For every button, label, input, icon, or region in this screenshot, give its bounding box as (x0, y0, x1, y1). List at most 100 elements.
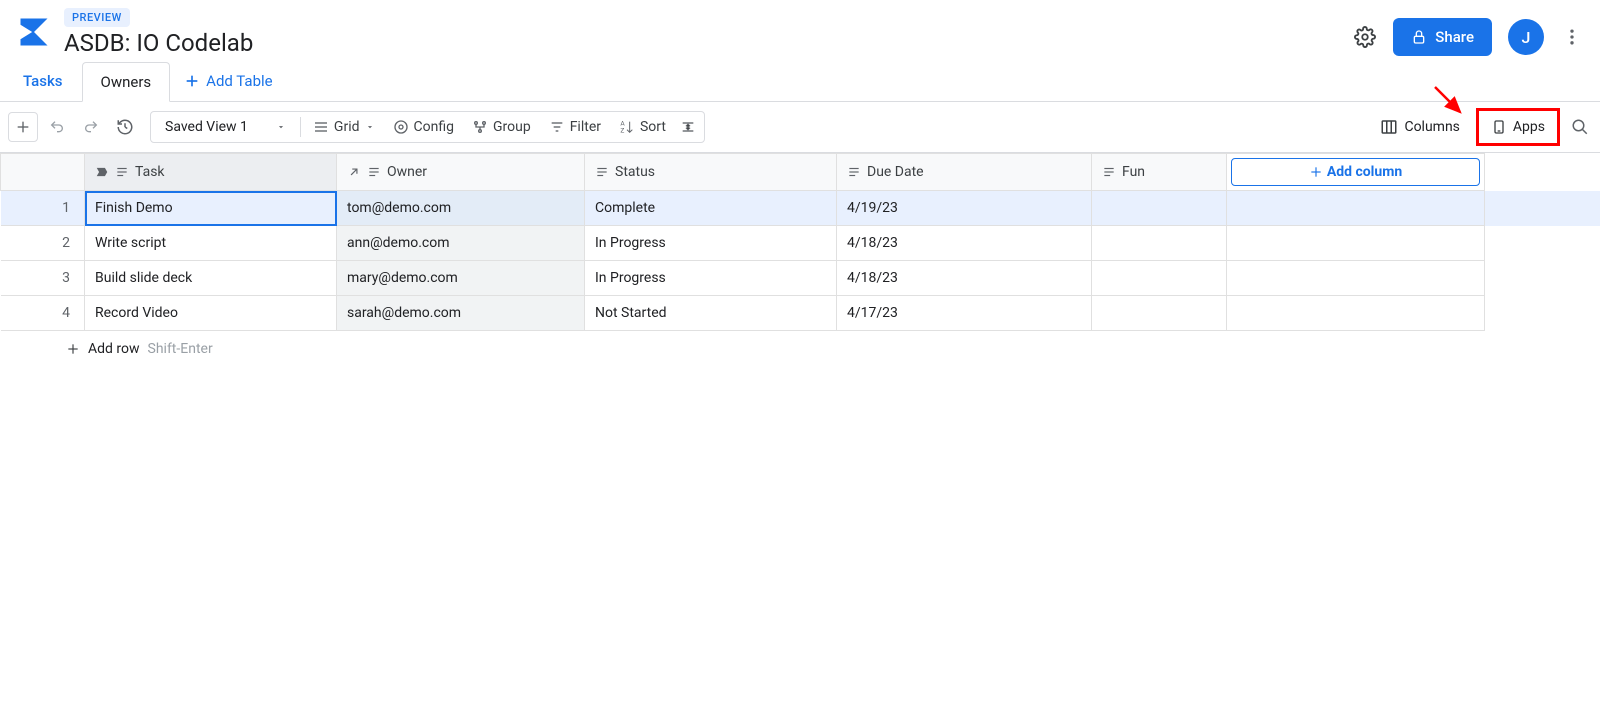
filter-button[interactable]: Filter (541, 113, 609, 141)
text-icon (115, 165, 129, 179)
text-icon (1102, 165, 1116, 179)
grid-view-button[interactable]: Grid (305, 113, 383, 141)
share-button[interactable]: Share (1393, 18, 1492, 56)
header-right: Share J (1353, 18, 1584, 56)
search-button[interactable] (1568, 115, 1592, 139)
cell-owner[interactable]: mary@demo.com (337, 261, 585, 296)
ref-icon (347, 165, 361, 179)
row-height-button[interactable] (676, 113, 700, 141)
avatar[interactable]: J (1508, 19, 1544, 55)
history-button[interactable] (110, 112, 140, 142)
data-table: Task Owner Status Due Date (0, 153, 1600, 331)
filter-icon (549, 119, 565, 135)
redo-icon (83, 119, 99, 135)
cell-task[interactable]: Write script (85, 226, 337, 261)
sort-button[interactable]: AZ Sort (611, 113, 674, 141)
cell-task[interactable]: Build slide deck (85, 261, 337, 296)
chevron-down-icon (365, 122, 375, 132)
config-button[interactable]: Config (385, 113, 462, 141)
cell-due-date[interactable]: 4/18/23 (837, 226, 1092, 261)
cell-owner[interactable]: tom@demo.com (337, 191, 585, 226)
column-header-owner[interactable]: Owner (337, 154, 585, 191)
add-column-header: Add column (1227, 154, 1485, 191)
cell-owner[interactable]: sarah@demo.com (337, 296, 585, 331)
cell-owner[interactable]: ann@demo.com (337, 226, 585, 261)
table-row[interactable]: 1Finish Demotom@demo.comComplete4/19/23 (1, 191, 1600, 226)
plus-icon (66, 342, 80, 356)
header-left: PREVIEW ASDB: IO Codelab (16, 8, 253, 57)
tablet-icon (1491, 119, 1507, 135)
header: PREVIEW ASDB: IO Codelab Share J (0, 0, 1600, 61)
row-number[interactable]: 1 (1, 191, 85, 226)
title-block: PREVIEW ASDB: IO Codelab (64, 8, 253, 57)
undo-button[interactable] (42, 112, 72, 142)
table-row[interactable]: 2Write scriptann@demo.comIn Progress4/18… (1, 226, 1600, 261)
cell-fun[interactable] (1092, 226, 1227, 261)
columns-button[interactable]: Columns (1372, 112, 1467, 142)
config-icon (393, 119, 409, 135)
cell-empty[interactable] (1227, 226, 1485, 261)
chevron-down-icon (276, 122, 286, 132)
lock-icon (1411, 29, 1427, 45)
columns-icon (1380, 118, 1398, 136)
text-icon (595, 165, 609, 179)
group-button[interactable]: Group (464, 113, 539, 141)
cell-fun[interactable] (1092, 296, 1227, 331)
row-number[interactable]: 4 (1, 296, 85, 331)
app-logo[interactable] (16, 14, 52, 50)
plus-icon (184, 73, 200, 89)
apps-button[interactable]: Apps (1476, 108, 1560, 146)
redo-button[interactable] (76, 112, 106, 142)
tab-owners[interactable]: Owners (82, 62, 171, 102)
search-icon (1571, 118, 1589, 136)
toolbar: Saved View 1 Grid Config Group Filter (0, 102, 1600, 153)
column-header-status[interactable]: Status (585, 154, 837, 191)
cell-fun[interactable] (1092, 191, 1227, 226)
cell-fun[interactable] (1092, 261, 1227, 296)
tab-tasks[interactable]: Tasks (4, 61, 82, 101)
cell-due-date[interactable]: 4/18/23 (837, 261, 1092, 296)
column-header-fun[interactable]: Fun (1092, 154, 1227, 191)
table-row[interactable]: 4Record Videosarah@demo.comNot Started4/… (1, 296, 1600, 331)
row-number[interactable]: 3 (1, 261, 85, 296)
cell-task[interactable]: Record Video (85, 296, 337, 331)
cell-due-date[interactable]: 4/17/23 (837, 296, 1092, 331)
cell-status[interactable]: In Progress (585, 226, 837, 261)
add-row-button[interactable]: Add row Shift-Enter (58, 331, 1600, 367)
tabs-row: Tasks Owners Add Table (0, 61, 1600, 102)
cell-empty[interactable] (1227, 296, 1485, 331)
cell-empty[interactable] (1227, 191, 1485, 226)
settings-icon[interactable] (1353, 25, 1377, 49)
undo-icon (49, 119, 65, 135)
more-menu-icon[interactable] (1560, 25, 1584, 49)
cell-status[interactable]: In Progress (585, 261, 837, 296)
column-header-due-date[interactable]: Due Date (837, 154, 1092, 191)
group-icon (472, 119, 488, 135)
cell-task[interactable]: Finish Demo (85, 191, 337, 226)
add-column-button[interactable]: Add column (1231, 158, 1480, 186)
column-header-task[interactable]: Task (85, 154, 337, 191)
cell-empty[interactable] (1227, 261, 1485, 296)
plus-icon (1309, 165, 1323, 179)
row-number[interactable]: 2 (1, 226, 85, 261)
row-height-icon (680, 119, 696, 135)
document-title[interactable]: ASDB: IO Codelab (64, 29, 253, 57)
text-icon (367, 165, 381, 179)
history-icon (116, 118, 134, 136)
cell-status[interactable]: Complete (585, 191, 837, 226)
view-selector: Saved View 1 Grid Config Group Filter (150, 111, 705, 143)
saved-view-dropdown[interactable]: Saved View 1 (155, 113, 296, 141)
grid-icon (313, 119, 329, 135)
label-icon (95, 165, 109, 179)
cell-due-date[interactable]: 4/19/23 (837, 191, 1092, 226)
plus-icon (15, 119, 31, 135)
toolbar-right: Columns Apps (1372, 108, 1592, 146)
add-button[interactable] (8, 112, 38, 142)
cell-status[interactable]: Not Started (585, 296, 837, 331)
rownum-header (1, 154, 85, 191)
svg-text:Z: Z (620, 126, 624, 134)
add-table-button[interactable]: Add Table (170, 62, 286, 100)
table-row[interactable]: 3Build slide deckmary@demo.comIn Progres… (1, 261, 1600, 296)
preview-badge: PREVIEW (64, 8, 130, 27)
sort-icon: AZ (619, 119, 635, 135)
